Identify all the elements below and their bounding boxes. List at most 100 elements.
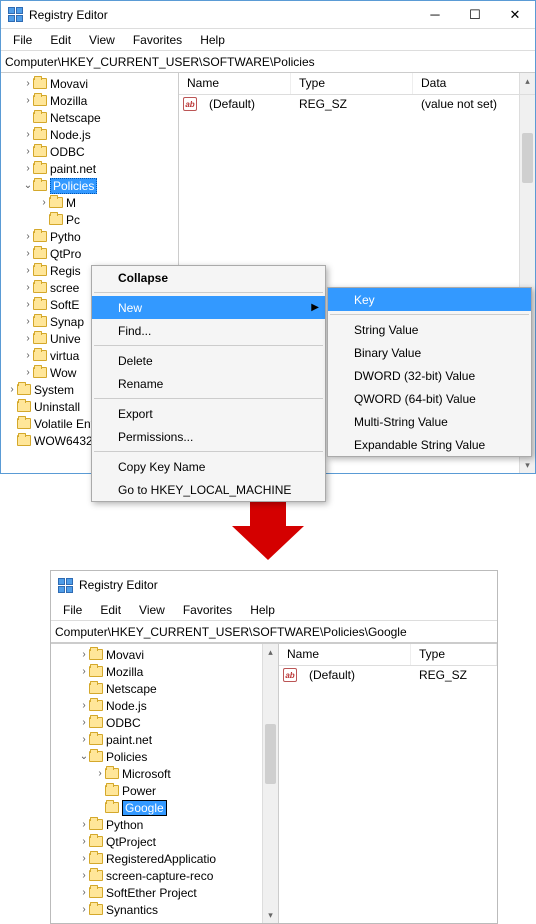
tree-item[interactable]: ›Movavi: [51, 646, 278, 663]
tree-item[interactable]: ›QtProject: [51, 833, 278, 850]
expand-icon[interactable]: ›: [23, 350, 33, 361]
menu-edit[interactable]: Edit: [94, 601, 127, 619]
expand-icon[interactable]: ›: [23, 146, 33, 157]
expand-icon[interactable]: ›: [23, 78, 33, 89]
tree-item[interactable]: Pc: [1, 211, 178, 228]
menu-view[interactable]: View: [133, 601, 171, 619]
expand-icon[interactable]: ›: [79, 649, 89, 660]
maximize-button[interactable]: ☐: [455, 2, 495, 28]
tree-item[interactable]: ›Python: [51, 816, 278, 833]
tree-item[interactable]: Netscape: [51, 680, 278, 697]
value-list[interactable]: Name Type ab (Default) REG_SZ: [279, 644, 497, 923]
menu-item[interactable]: DWORD (32-bit) Value: [328, 364, 531, 387]
expand-icon[interactable]: ›: [23, 367, 33, 378]
tree-context-menu[interactable]: Collapse New▶Find... DeleteRename ExportPer…: [91, 265, 326, 502]
expand-icon[interactable]: ›: [39, 197, 49, 208]
expand-icon[interactable]: ›: [23, 163, 33, 174]
menu-favorites[interactable]: Favorites: [177, 601, 238, 619]
expand-icon[interactable]: ›: [79, 853, 89, 864]
expand-icon[interactable]: ›: [23, 299, 33, 310]
expand-icon[interactable]: ›: [23, 333, 33, 344]
col-name[interactable]: Name: [279, 644, 411, 665]
menu-item[interactable]: Binary Value: [328, 341, 531, 364]
menu-item[interactable]: Find...: [92, 319, 325, 342]
tree-item[interactable]: ›RegisteredApplicatio: [51, 850, 278, 867]
expand-icon[interactable]: ›: [23, 265, 33, 276]
expand-icon[interactable]: ›: [23, 248, 33, 259]
new-submenu[interactable]: Key String ValueBinary ValueDWORD (32-bit…: [327, 287, 532, 457]
list-header[interactable]: Name Type: [279, 644, 497, 666]
tree-item[interactable]: ›Node.js: [51, 697, 278, 714]
expand-icon[interactable]: ›: [79, 819, 89, 830]
menu-item[interactable]: String Value: [328, 318, 531, 341]
collapse-icon[interactable]: ⌄: [23, 180, 33, 191]
tree-item[interactable]: ›Movavi: [1, 75, 178, 92]
expand-icon[interactable]: ›: [23, 231, 33, 242]
menu-item[interactable]: New▶: [92, 296, 325, 319]
expand-icon[interactable]: ›: [79, 700, 89, 711]
expand-icon[interactable]: ›: [23, 316, 33, 327]
address-bar[interactable]: Computer\HKEY_CURRENT_USER\SOFTWARE\Poli…: [51, 621, 497, 643]
tree-item[interactable]: ›paint.net: [51, 731, 278, 748]
menu-item[interactable]: QWORD (64-bit) Value: [328, 387, 531, 410]
minimize-button[interactable]: ─: [415, 2, 455, 28]
col-type[interactable]: Type: [291, 73, 413, 94]
tree-item[interactable]: Google: [51, 799, 278, 816]
expand-icon[interactable]: ›: [79, 887, 89, 898]
expand-icon[interactable]: ›: [95, 768, 105, 779]
list-header[interactable]: Name Type Data: [179, 73, 535, 95]
expand-icon[interactable]: ›: [79, 836, 89, 847]
close-button[interactable]: ✕: [495, 2, 535, 28]
menu-item[interactable]: Copy Key Name: [92, 455, 325, 478]
menu-item[interactable]: Key: [328, 288, 531, 311]
scroll-down-icon[interactable]: ▾: [263, 907, 278, 923]
titlebar[interactable]: Registry Editor ─ ☐ ✕: [1, 1, 535, 29]
menu-item[interactable]: Multi-String Value: [328, 410, 531, 433]
tree-item[interactable]: Netscape: [1, 109, 178, 126]
tree-item[interactable]: ›Mozilla: [51, 663, 278, 680]
tree-scrollbar[interactable]: ▴ ▾: [262, 644, 278, 923]
scroll-thumb[interactable]: [265, 724, 276, 784]
tree-item[interactable]: ›ODBC: [1, 143, 178, 160]
menu-item[interactable]: Go to HKEY_LOCAL_MACHINE: [92, 478, 325, 501]
tree-item[interactable]: ›Pytho: [1, 228, 178, 245]
tree-item[interactable]: ›M: [1, 194, 178, 211]
menu-help[interactable]: Help: [244, 601, 281, 619]
tree-item[interactable]: ›Mozilla: [1, 92, 178, 109]
col-data[interactable]: Data: [413, 73, 535, 94]
expand-icon[interactable]: ›: [23, 129, 33, 140]
menu-help[interactable]: Help: [194, 31, 231, 49]
expand-icon[interactable]: ›: [79, 734, 89, 745]
tree-item[interactable]: ›SoftEther Project: [51, 884, 278, 901]
tree-item[interactable]: ›paint.net: [1, 160, 178, 177]
col-type[interactable]: Type: [411, 644, 497, 665]
expand-icon[interactable]: ›: [79, 870, 89, 881]
tree-item[interactable]: ›Synantics: [51, 901, 278, 918]
menu-item[interactable]: Delete: [92, 349, 325, 372]
expand-icon[interactable]: ›: [7, 384, 17, 395]
menu-edit[interactable]: Edit: [44, 31, 77, 49]
scroll-up-icon[interactable]: ▴: [263, 644, 278, 660]
tree-item[interactable]: Power: [51, 782, 278, 799]
tree-item[interactable]: ⌄Policies: [51, 748, 278, 765]
menu-view[interactable]: View: [83, 31, 121, 49]
col-name[interactable]: Name: [179, 73, 291, 94]
expand-icon[interactable]: ›: [79, 904, 89, 915]
expand-icon[interactable]: ›: [23, 282, 33, 293]
collapse-icon[interactable]: ⌄: [79, 751, 89, 762]
menu-item[interactable]: Permissions...: [92, 425, 325, 448]
menu-item[interactable]: Collapse: [92, 266, 325, 289]
tree-item[interactable]: ›Node.js: [1, 126, 178, 143]
expand-icon[interactable]: ›: [23, 95, 33, 106]
expand-icon[interactable]: ›: [79, 717, 89, 728]
menu-item[interactable]: Rename: [92, 372, 325, 395]
titlebar[interactable]: Registry Editor: [51, 571, 497, 599]
list-row[interactable]: ab (Default) REG_SZ: [279, 666, 497, 684]
expand-icon[interactable]: ›: [79, 666, 89, 677]
menu-item[interactable]: Export: [92, 402, 325, 425]
menu-file[interactable]: File: [7, 31, 38, 49]
tree-item[interactable]: ›screen-capture-reco: [51, 867, 278, 884]
tree-item[interactable]: ⌄Policies: [1, 177, 178, 194]
tree-item[interactable]: ›QtPro: [1, 245, 178, 262]
tree-item[interactable]: ›ODBC: [51, 714, 278, 731]
